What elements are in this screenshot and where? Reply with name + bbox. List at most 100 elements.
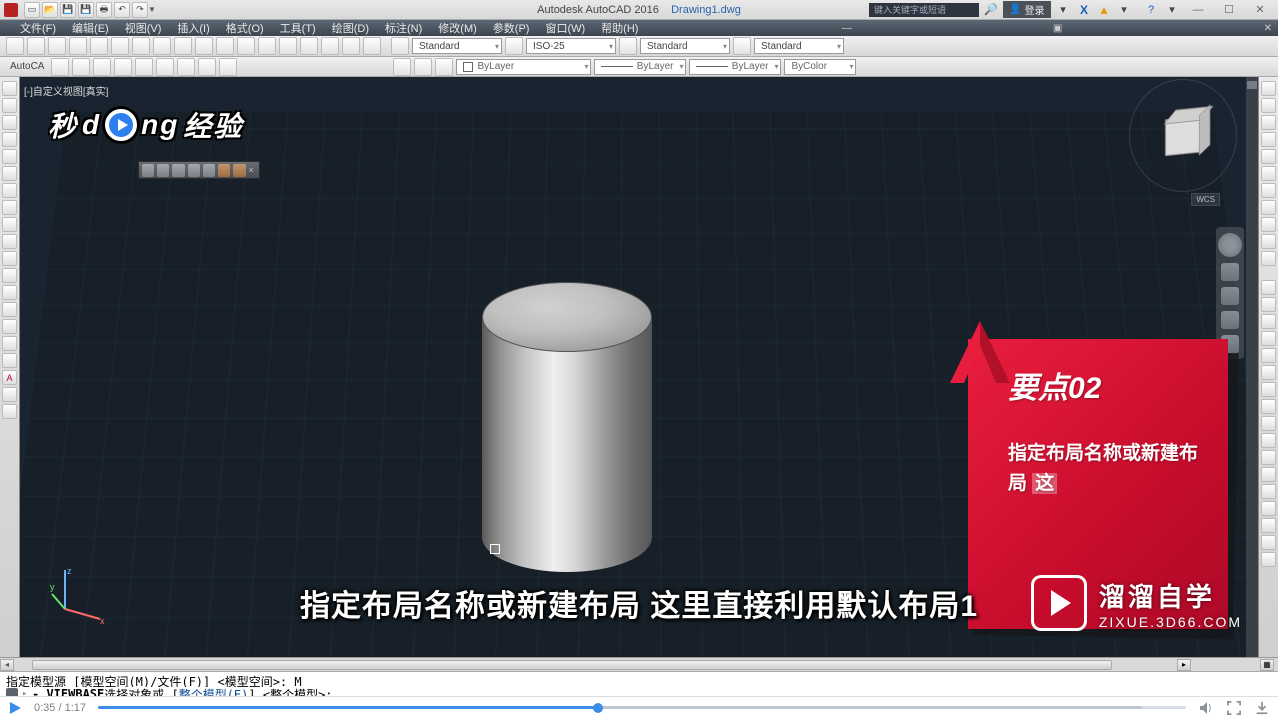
tool-icon[interactable] — [1261, 382, 1276, 397]
tool-button[interactable] — [258, 37, 276, 55]
signin-button[interactable]: 👤 登录 — [1003, 1, 1051, 18]
arc-tool-icon[interactable] — [2, 132, 17, 147]
tool-icon[interactable] — [2, 336, 17, 351]
layer-tool-button[interactable] — [435, 58, 453, 76]
textstyle-dropdown[interactable]: Standard — [412, 38, 502, 54]
tool-icon[interactable] — [1261, 399, 1276, 414]
layer-color-dropdown[interactable]: ByLayer — [456, 59, 591, 75]
menu-draw[interactable]: 绘图(D) — [324, 20, 377, 36]
ellipse-tool-icon[interactable] — [2, 166, 17, 181]
menu-help[interactable]: 帮助(H) — [593, 20, 646, 36]
tool-icon[interactable] — [2, 404, 17, 419]
offset-tool-icon[interactable] — [1261, 314, 1276, 329]
tool-button[interactable] — [132, 37, 150, 55]
help-icon[interactable]: ? — [1142, 2, 1160, 18]
line-tool-icon[interactable] — [2, 81, 17, 96]
stretch-tool-icon[interactable] — [1261, 166, 1276, 181]
menu-insert[interactable]: 插入(I) — [169, 20, 217, 36]
tool-button[interactable] — [69, 37, 87, 55]
fullscreen-icon[interactable] — [1226, 700, 1242, 716]
seek-knob[interactable] — [593, 703, 603, 713]
text-a-tool-icon[interactable]: A — [2, 370, 17, 385]
tool-button[interactable] — [27, 37, 45, 55]
seek-bar[interactable] — [98, 706, 1186, 709]
move-tool-icon[interactable] — [1261, 81, 1276, 96]
tool-button[interactable] — [153, 37, 171, 55]
copy-tool-icon[interactable] — [1261, 98, 1276, 113]
tool-button[interactable] — [72, 58, 90, 76]
help-dropdown-icon[interactable]: ▾ — [1163, 2, 1181, 18]
undo-button[interactable]: ↶ — [114, 2, 130, 18]
menu-edit[interactable]: 编辑(E) — [64, 20, 117, 36]
visual-styles-toolbar[interactable]: × — [138, 161, 260, 179]
tool-icon[interactable] — [2, 353, 17, 368]
tool-button[interactable] — [174, 37, 192, 55]
plotstyle-dropdown[interactable]: ByColor — [784, 59, 856, 75]
vs-button[interactable] — [218, 164, 230, 177]
point-tool-icon[interactable] — [2, 217, 17, 232]
explode-tool-icon[interactable] — [1261, 297, 1276, 312]
ucs-icon[interactable]: z x y — [50, 564, 110, 629]
tool-button[interactable] — [90, 37, 108, 55]
tool-icon[interactable] — [1261, 518, 1276, 533]
close-button[interactable]: ✕ — [1246, 1, 1274, 19]
download-icon[interactable] — [1254, 700, 1270, 716]
textstyle-button[interactable] — [391, 37, 409, 55]
minimize-button[interactable]: — — [1184, 1, 1212, 19]
zoom-icon[interactable] — [1221, 287, 1239, 305]
tool-button[interactable] — [237, 37, 255, 55]
tool-button[interactable] — [156, 58, 174, 76]
tool-button[interactable] — [177, 58, 195, 76]
horizontal-scrollbar[interactable]: ◂ ▸ ▦ — [0, 657, 1278, 671]
redo-button[interactable]: ↷ — [132, 2, 148, 18]
menu-view[interactable]: 视图(V) — [117, 20, 170, 36]
tool-icon[interactable] — [1261, 552, 1276, 567]
doc-close-button[interactable]: ✕ — [1258, 23, 1278, 34]
model-viewport[interactable]: [-]自定义视图[真实] × — [20, 77, 1258, 657]
tablestyle-dropdown[interactable]: Standard — [640, 38, 730, 54]
fillet-tool-icon[interactable] — [1261, 217, 1276, 232]
text-mtool-icon[interactable] — [2, 268, 17, 283]
tool-button[interactable] — [342, 37, 360, 55]
coord-system-label[interactable]: WCS — [1191, 193, 1220, 206]
plot-button[interactable]: 🖶 — [96, 2, 112, 18]
hscroll-thumb[interactable] — [32, 660, 1112, 670]
polyline-tool-icon[interactable] — [2, 98, 17, 113]
scale-tool-icon[interactable] — [1261, 149, 1276, 164]
signin-dropdown-icon[interactable]: ▾ — [1054, 2, 1072, 18]
doc-restore-button[interactable]: ▣ — [1047, 23, 1068, 34]
mleaderstyle-dropdown[interactable]: Standard — [754, 38, 844, 54]
tool-icon[interactable] — [2, 319, 17, 334]
rotate-tool-icon[interactable] — [1261, 115, 1276, 130]
menu-window[interactable]: 窗口(W) — [537, 20, 593, 36]
tool-button[interactable] — [216, 37, 234, 55]
menu-dimension[interactable]: 标注(N) — [377, 20, 430, 36]
array-tool-icon[interactable] — [1261, 251, 1276, 266]
tool-icon[interactable] — [1261, 348, 1276, 363]
scroll-right-icon[interactable]: ▸ — [1177, 659, 1191, 671]
vs-button[interactable] — [157, 164, 169, 177]
vs-button[interactable] — [142, 164, 154, 177]
cylinder-solid[interactable] — [482, 282, 652, 572]
cube-icon[interactable] — [1165, 115, 1201, 155]
region-tool-icon[interactable] — [2, 285, 17, 300]
volume-icon[interactable] — [1198, 700, 1214, 716]
tool-icon[interactable] — [1261, 416, 1276, 431]
infocenter-icon[interactable]: 🔎 — [982, 2, 1000, 18]
vertical-scrollbar[interactable] — [1246, 77, 1258, 657]
exchange-a-icon[interactable]: ▲ — [1095, 2, 1113, 18]
vs-button[interactable] — [188, 164, 200, 177]
doc-minimize-button[interactable]: — — [836, 23, 858, 34]
exchange-x-icon[interactable]: X — [1075, 2, 1093, 18]
tool-button[interactable] — [363, 37, 381, 55]
help-search-input[interactable]: 键入关键字或短语 — [869, 3, 979, 17]
menu-file[interactable]: 文件(F) — [12, 20, 64, 36]
table-tool-icon[interactable] — [2, 251, 17, 266]
view-cube[interactable] — [1143, 93, 1223, 178]
showmotion-icon[interactable] — [1221, 335, 1239, 353]
hatch-tool-icon[interactable] — [2, 183, 17, 198]
tool-button[interactable] — [6, 37, 24, 55]
scroll-left-icon[interactable]: ◂ — [0, 659, 14, 671]
circle-tool-icon[interactable] — [2, 115, 17, 130]
exchange-dropdown-icon[interactable]: ▾ — [1115, 2, 1133, 18]
